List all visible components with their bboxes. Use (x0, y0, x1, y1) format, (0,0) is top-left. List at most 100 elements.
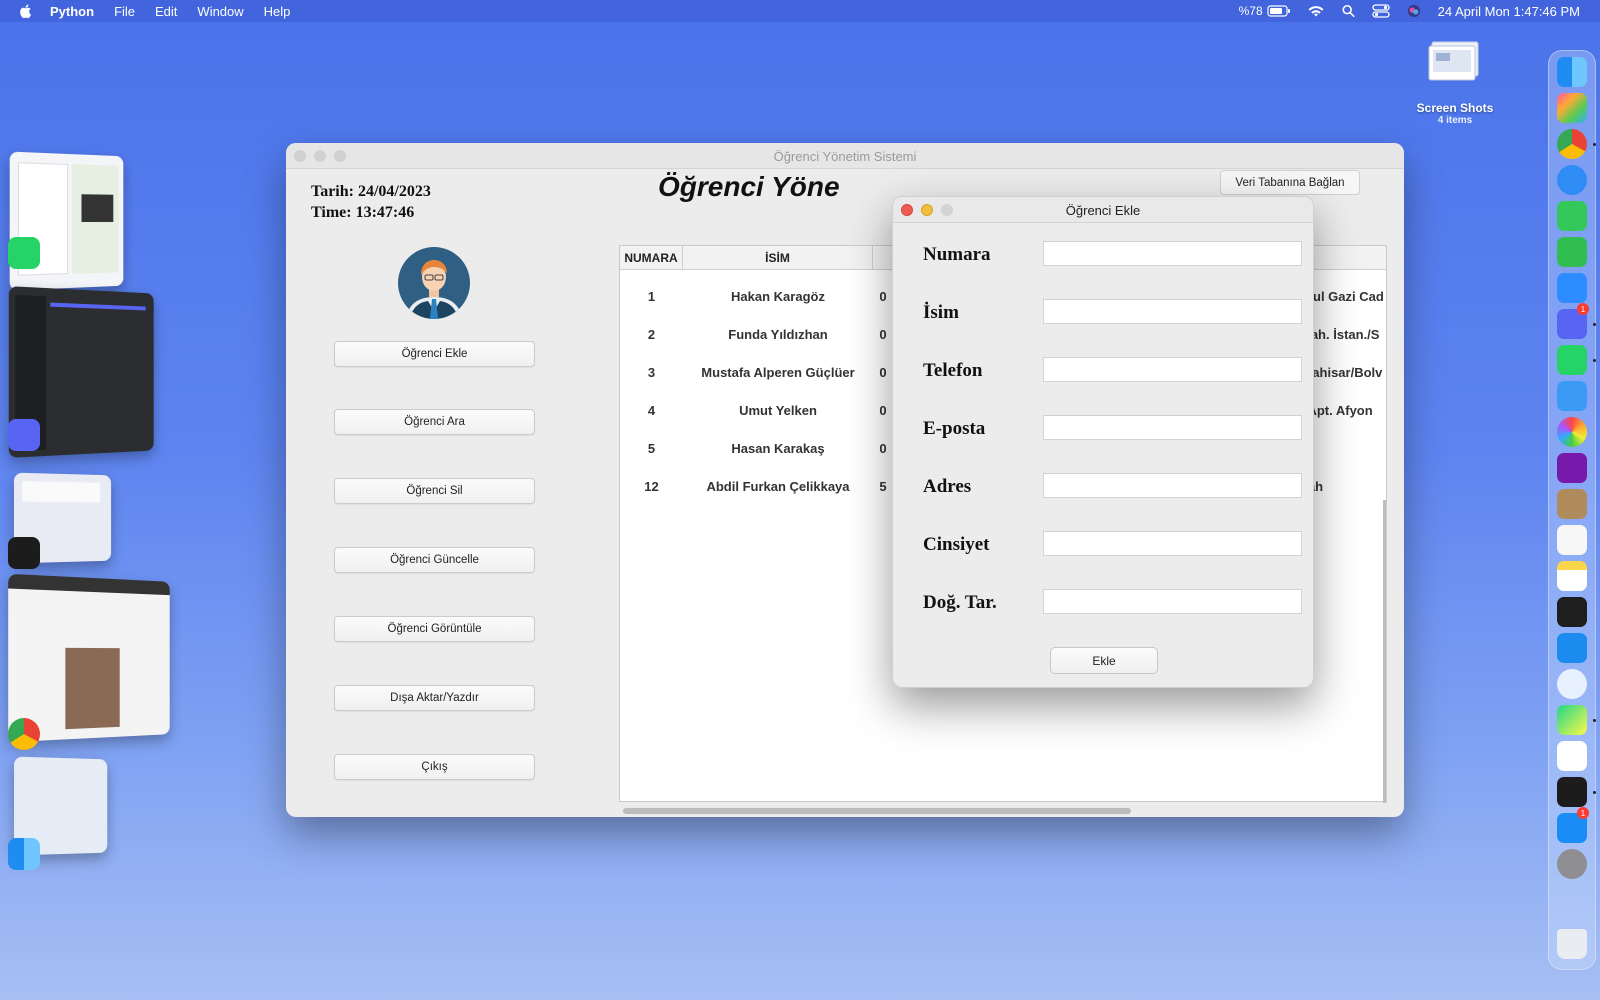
terminal-dock-icon[interactable] (1557, 777, 1587, 807)
search-icon[interactable] (1341, 4, 1356, 18)
search-student-button[interactable]: Öğrenci Ara (334, 409, 535, 435)
telefon-label: Telefon (923, 360, 983, 381)
cell-numara: 3 (647, 364, 656, 380)
menu-help[interactable]: Help (264, 4, 291, 19)
terminal-icon (8, 537, 40, 569)
cell-tel: 0 (879, 364, 887, 380)
eposta-input[interactable] (1043, 415, 1302, 440)
menu-bar: Python File Edit Window Help %78 24 Apri… (0, 0, 1600, 22)
dock-running-dot (1593, 719, 1596, 722)
ekle-button[interactable]: Ekle (1050, 647, 1158, 674)
dialog-titlebar[interactable]: Öğrenci Ekle (893, 197, 1313, 223)
adres-input[interactable] (1043, 473, 1302, 498)
horizontal-scrollbar[interactable] (623, 808, 1131, 814)
dock-running-dot (1593, 359, 1596, 362)
delete-student-button[interactable]: Öğrenci Sil (334, 478, 535, 504)
cell-tel: 0 (879, 288, 887, 304)
system-settings-dock-icon[interactable] (1557, 849, 1587, 879)
cell-numara: 5 (647, 440, 656, 456)
notes-dock-icon[interactable] (1557, 561, 1587, 591)
stage-thumb-chrome[interactable] (8, 573, 170, 743)
messages-dock-icon[interactable] (1557, 201, 1587, 231)
rocket-dock-icon[interactable] (1557, 885, 1587, 915)
whatsapp-icon (8, 237, 40, 269)
xcode-dock-icon[interactable] (1557, 633, 1587, 663)
view-student-button[interactable]: Öğrenci Görüntüle (334, 616, 535, 642)
cinsiyet-input[interactable] (1043, 531, 1302, 556)
dogum-tarihi-input[interactable] (1043, 589, 1302, 614)
apple-menu-icon[interactable] (18, 3, 34, 19)
cell-isim: Funda Yıldızhan (728, 326, 828, 342)
user-avatar-icon (398, 247, 470, 319)
dock-running-dot (1593, 791, 1596, 794)
discord-badge: 1 (1577, 303, 1589, 315)
reminders-dock-icon[interactable] (1557, 525, 1587, 555)
menu-app-name[interactable]: Python (50, 4, 94, 19)
discord-icon (8, 419, 40, 451)
finder-dock-icon[interactable] (1557, 57, 1587, 87)
folder-count: 4 items (1437, 115, 1473, 126)
figma-dock-icon[interactable] (1557, 597, 1587, 627)
photos-dock-icon[interactable] (1557, 417, 1587, 447)
cell-numara: 2 (647, 326, 656, 342)
date-label: Tarih: 24/04/2023 (311, 183, 431, 200)
exit-button[interactable]: Çıkış (334, 754, 535, 780)
column-header-telefon[interactable] (873, 246, 893, 270)
column-header-isim[interactable]: İSİM (683, 246, 873, 270)
trash-dock-icon[interactable] (1557, 929, 1587, 959)
cell-isim: Abdil Furkan Çelikkaya (706, 478, 850, 494)
cell-tel: 0 (879, 326, 887, 342)
column-header-numara[interactable]: NUMARA (620, 246, 683, 270)
update-student-button[interactable]: Öğrenci Güncelle (334, 547, 535, 573)
vertical-scrollbar[interactable] (1383, 500, 1386, 803)
menu-file[interactable]: File (114, 4, 135, 19)
cell-isim: Mustafa Alperen Güçlüer (701, 364, 855, 380)
facetime-dock-icon[interactable] (1557, 237, 1587, 267)
control-center-icon[interactable] (1371, 4, 1390, 18)
pycharm-dock-icon[interactable] (1557, 705, 1587, 735)
screenshot-stack-icon (1428, 41, 1479, 81)
dock-running-dot (1593, 323, 1596, 326)
datetime-panel: Tarih: 24/04/2023 Time: 13:47:46 (311, 181, 431, 223)
siri-icon[interactable] (1406, 4, 1422, 18)
isim-input[interactable] (1043, 299, 1302, 324)
menubar-clock[interactable]: 24 April Mon 1:47:46 PM (1438, 4, 1580, 19)
telefon-input[interactable] (1043, 357, 1302, 382)
cell-isim: Hasan Karakaş (731, 440, 825, 456)
numara-input[interactable] (1043, 241, 1302, 266)
preview-dock-icon[interactable] (1557, 669, 1587, 699)
cell-tel: 5 (879, 478, 887, 494)
export-print-button[interactable]: Dışa Aktar/Yazdır (334, 685, 535, 711)
appstore-badge: 1 (1577, 807, 1589, 819)
dialog-title: Öğrenci Ekle (1065, 203, 1141, 218)
battery-icon[interactable] (1267, 4, 1291, 18)
cell-numara: 1 (647, 288, 656, 304)
finder-icon (8, 838, 40, 870)
numara-label: Numara (923, 244, 991, 265)
main-window-titlebar[interactable]: Öğrenci Yönetim Sistemi (286, 143, 1404, 169)
mail-dock-icon[interactable] (1557, 381, 1587, 411)
add-student-button[interactable]: Öğrenci Ekle (334, 341, 535, 367)
connect-database-button[interactable]: Veri Tabanına Bağlan (1220, 170, 1360, 195)
contacts-dock-icon[interactable] (1557, 489, 1587, 519)
onenote-dock-icon[interactable] (1557, 453, 1587, 483)
chrome-dock-icon[interactable] (1557, 129, 1587, 159)
chrome-icon (8, 718, 40, 750)
menu-edit[interactable]: Edit (155, 4, 177, 19)
launchpad-dock-icon[interactable] (1557, 93, 1587, 123)
battery-percent: %78 (1238, 4, 1263, 18)
whatsapp-dock-icon[interactable] (1557, 345, 1587, 375)
dock: 1 1 (1548, 50, 1596, 970)
screen-shots-folder[interactable]: Screen Shots 4 items (1405, 40, 1505, 126)
safari-dock-icon[interactable] (1557, 165, 1587, 195)
stage-thumb-whatsapp[interactable] (9, 151, 124, 291)
cinsiyet-label: Cinsiyet (923, 534, 990, 555)
cell-tel: 0 (879, 440, 887, 456)
wifi-icon[interactable] (1307, 4, 1325, 18)
cell-numara: 12 (644, 478, 659, 494)
zoom-dock-icon[interactable] (1557, 273, 1587, 303)
menu-window[interactable]: Window (197, 4, 243, 19)
isim-label: İsim (923, 302, 959, 323)
eposta-label: E-posta (923, 418, 986, 439)
vscode-dock-icon[interactable] (1557, 741, 1587, 771)
